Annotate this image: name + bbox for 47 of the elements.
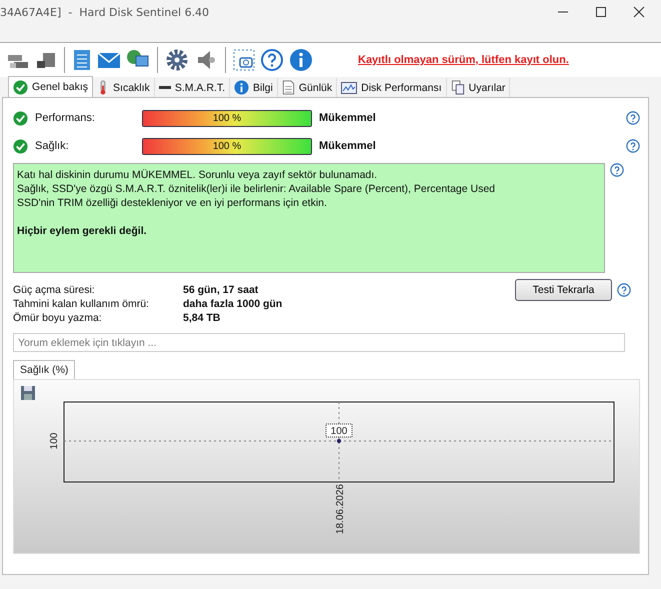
save-icon[interactable] bbox=[20, 385, 36, 401]
status-text: SSD'nin TRIM özelliği destekleniyor ve en iyi performans için etkin. bbox=[17, 196, 328, 210]
action-text: Hiçbir eylem gerekli değil. bbox=[17, 224, 148, 238]
close-icon[interactable] bbox=[633, 6, 645, 18]
gauge-reading: 100 % bbox=[212, 140, 242, 154]
check-icon bbox=[13, 80, 28, 94]
help-icon[interactable] bbox=[617, 283, 631, 297]
register-link[interactable]: Kayıtlı olmayan sürüm, lütfen kayıt olun. bbox=[358, 54, 569, 66]
info-icon bbox=[234, 80, 249, 95]
gauge-reading: 100 % bbox=[212, 112, 242, 126]
copy-icon bbox=[450, 80, 465, 95]
y-tick-label: 100 bbox=[49, 432, 60, 450]
data-point bbox=[337, 439, 341, 443]
help-icon[interactable] bbox=[626, 139, 640, 153]
info-value: daha fazla 1000 gün bbox=[183, 297, 284, 311]
info-icon[interactable] bbox=[289, 48, 313, 72]
notepad-icon[interactable] bbox=[72, 48, 92, 72]
help-icon[interactable] bbox=[626, 111, 640, 125]
retest-button[interactable]: Testi Tekrarla bbox=[515, 279, 612, 301]
x-tick-label: 18.06.2026 bbox=[335, 484, 346, 534]
document-icon bbox=[282, 80, 295, 95]
screenshot-icon[interactable] bbox=[233, 49, 255, 71]
gauge-label: Sağlık: bbox=[35, 140, 70, 152]
gauge-label: Performans: bbox=[35, 112, 96, 124]
info-label: Güç açma süresi: bbox=[13, 283, 96, 297]
status-text: Sağlık, SSD'ye özgü S.M.A.R.T. öznitelik(ler)i ile belirlenir: Available Spare (Percent), Percentage Used bbox=[17, 182, 496, 196]
gauge-status: Mükemmel bbox=[319, 140, 377, 152]
mail-icon[interactable] bbox=[97, 50, 121, 70]
ok-icon bbox=[13, 110, 28, 126]
info-value: 56 gün, 17 saat bbox=[183, 283, 260, 297]
help-icon[interactable] bbox=[610, 163, 624, 177]
settings-icon[interactable] bbox=[165, 48, 189, 72]
help-icon[interactable] bbox=[260, 48, 284, 72]
bar-icon bbox=[158, 86, 171, 89]
window-title: 34A67A4E] - Hard Disk Sentinel 6.40 bbox=[0, 6, 210, 18]
chart-icon bbox=[341, 80, 358, 94]
gauge-status: Mükemmel bbox=[319, 112, 377, 124]
info-label: Tahmini kalan kullanım ömrü: bbox=[13, 297, 150, 311]
comment-field[interactable]: Yorum eklemek için tıklayın ... bbox=[13, 333, 625, 352]
ok-icon bbox=[13, 138, 28, 154]
info-label: Ömür boyu yazma: bbox=[13, 311, 103, 325]
maximize-icon[interactable] bbox=[595, 6, 607, 18]
status-text: Katı hal diskinin durumu MÜKEMMEL. Sorunlu veya zayıf sektör bulunamadı. bbox=[17, 168, 378, 182]
chart-tab[interactable]: Sağlık (%) bbox=[13, 360, 76, 379]
data-label: 100 bbox=[326, 424, 352, 438]
info-value: 5,84 TB bbox=[183, 311, 222, 325]
tab[interactable]: Genel bakış bbox=[8, 76, 94, 97]
